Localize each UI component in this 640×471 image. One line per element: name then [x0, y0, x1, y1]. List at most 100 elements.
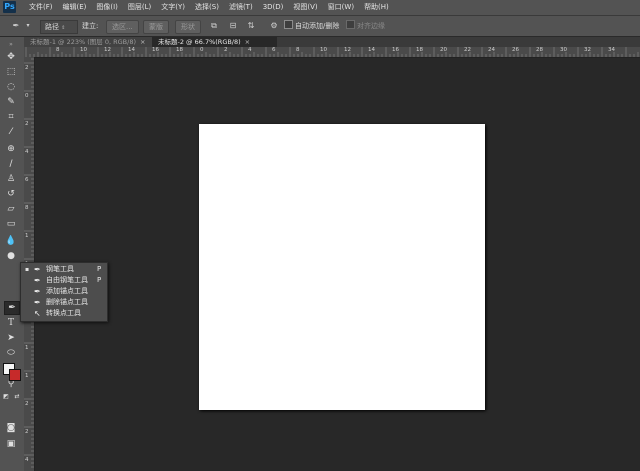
path-arrangement-icon[interactable]: ⇅ [245, 20, 257, 32]
ruler-label: 2 [25, 401, 29, 407]
quick-mask-icon[interactable]: ◙ [4, 422, 18, 434]
history-brush-tool-icon[interactable]: ↺ [4, 188, 18, 200]
flyout-item-add-anchor[interactable]: ✒ 添加锚点工具 [21, 286, 107, 297]
shape-button[interactable]: 形状 [175, 20, 201, 34]
toolbox-collapse-icon[interactable]: » [4, 39, 18, 51]
flyout-item-label: 删除锚点工具 [46, 298, 88, 306]
selection-button[interactable]: 选区... [106, 20, 139, 34]
gradient-tool-icon[interactable]: ▭ [4, 218, 18, 230]
menu-help[interactable]: 帮助(H) [359, 0, 394, 15]
shortcut-key: P [97, 265, 102, 273]
path-operations-icon[interactable]: ⧉ [208, 20, 220, 32]
menu-filter[interactable]: 滤镜(T) [224, 0, 258, 15]
delete-anchor-icon: ✒ [34, 298, 41, 307]
lasso-tool-icon[interactable]: ◌ [4, 81, 18, 93]
convert-point-icon: ↖ [34, 309, 41, 318]
ruler-label: 1 [25, 373, 29, 379]
ruler-label: 18 [416, 47, 423, 53]
auto-add-delete-label: 自动添加/删除 [295, 22, 340, 30]
flyout-item-label: 自由钢笔工具 [46, 276, 88, 284]
chevron-down-icon[interactable]: ▾ [22, 20, 34, 32]
ruler-label: 1 [25, 233, 29, 239]
menu-type[interactable]: 文字(Y) [156, 0, 190, 15]
eraser-tool-icon[interactable]: ▱ [4, 203, 18, 215]
add-anchor-icon: ✒ [34, 287, 41, 296]
swap-colors-icon[interactable]: ⇄ [13, 391, 21, 403]
ruler-label: 4 [25, 457, 29, 463]
screen-mode-icon[interactable]: ▣ [4, 438, 18, 450]
ruler-label: 10 [80, 47, 87, 53]
document-canvas[interactable] [199, 124, 485, 410]
path-selection-tool-icon[interactable]: ➤ [4, 332, 18, 344]
type-tool-icon[interactable]: T [4, 317, 18, 329]
menu-edit[interactable]: 编辑(E) [58, 0, 92, 15]
checkbox-icon [284, 20, 293, 29]
blur-tool-icon[interactable]: 💧 [4, 235, 18, 247]
default-colors-icon[interactable]: ◩ [2, 391, 10, 403]
eyedropper-tool-icon[interactable]: ⁄ [4, 126, 18, 138]
path-alignment-icon[interactable]: ⊟ [227, 20, 239, 32]
ruler-label: 2 [25, 65, 29, 71]
dodge-tool-icon[interactable]: ● [4, 250, 18, 262]
move-tool-icon[interactable]: ✥ [4, 51, 18, 63]
close-icon[interactable]: × [140, 38, 145, 46]
tab-label: 未标题-1 @ 223% (图层 0, RGB/8) [30, 38, 137, 46]
updown-icon: ⇕ [61, 25, 66, 31]
menu-select[interactable]: 选择(S) [190, 0, 224, 15]
crop-tool-icon[interactable]: ⌗ [4, 111, 18, 123]
ellipse-tool-icon[interactable]: ⬭ [4, 347, 18, 359]
checkbox-icon [346, 20, 355, 29]
ruler-label: 6 [25, 177, 29, 183]
document-tab-bar: 未标题-1 @ 223% (图层 0, RGB/8) × 未标题-2 @ 66.7… [24, 37, 640, 47]
photoshop-logo: Ps [3, 1, 16, 13]
menu-file[interactable]: 文件(F) [24, 0, 58, 15]
document-tab-active[interactable]: 未标题-2 @ 66.7%(RGB/8) × [152, 37, 277, 47]
ruler-label: 2 [25, 121, 29, 127]
horizontal-ruler[interactable]: 8 10 12 14 16 18 0 2 4 6 8 10 12 14 16 1… [24, 47, 640, 58]
ruler-label: 4 [25, 149, 29, 155]
tab-label: 未标题-2 @ 66.7%(RGB/8) [158, 38, 241, 46]
clone-stamp-tool-icon[interactable]: ♙ [4, 173, 18, 185]
pen-icon: ✒ [34, 265, 41, 274]
marquee-tool-icon[interactable]: ⬚ [4, 66, 18, 78]
ruler-label: 12 [104, 47, 111, 53]
brush-tool-icon[interactable]: ∕ [4, 158, 18, 170]
mode-select[interactable]: 路径 ⇕ [40, 20, 78, 34]
auto-add-delete-checkbox[interactable]: 自动添加/删除 [284, 20, 339, 32]
mask-button[interactable]: 蒙版 [143, 20, 169, 34]
pen-tool-icon[interactable]: ✒ [4, 301, 20, 315]
ruler-label: 2 [224, 47, 228, 53]
flyout-item-freeform-pen[interactable]: ✒ 自由钢笔工具 P [21, 275, 107, 286]
freeform-pen-icon: ✒ [34, 276, 41, 285]
flyout-item-label: 钢笔工具 [46, 265, 74, 273]
healing-brush-tool-icon[interactable]: ⊕ [4, 143, 18, 155]
flyout-item-delete-anchor[interactable]: ✒ 删除锚点工具 [21, 297, 107, 308]
ruler-label: 10 [320, 47, 327, 53]
menu-layer[interactable]: 图层(L) [123, 0, 156, 15]
ruler-label: 0 [25, 93, 29, 99]
quick-selection-tool-icon[interactable]: ✎ [4, 96, 18, 108]
toolbox: » ✥ ⬚ ◌ ✎ ⌗ ⁄ ⊕ ∕ ♙ ↺ ▱ ▭ 💧 ● ✒ T ➤ ⬭ ✋ … [0, 37, 25, 471]
ruler-label: 14 [128, 47, 135, 53]
ruler-label: 6 [272, 47, 276, 53]
background-color-swatch[interactable] [9, 369, 21, 381]
align-edges-label: 对齐边缘 [357, 22, 385, 30]
make-label: 建立: [82, 22, 99, 30]
menu-image[interactable]: 图像(I) [91, 0, 123, 15]
ruler-ticks [25, 47, 639, 57]
align-edges-checkbox[interactable]: 对齐边缘 [346, 20, 385, 32]
menu-window[interactable]: 窗口(W) [323, 0, 359, 15]
close-icon[interactable]: × [245, 38, 250, 46]
flyout-item-convert-point[interactable]: ↖ 转换点工具 [21, 308, 107, 319]
ruler-label: 4 [248, 47, 252, 53]
menu-3d[interactable]: 3D(D) [258, 0, 289, 15]
gear-icon[interactable]: ⚙ [268, 20, 280, 32]
ruler-label: 28 [536, 47, 543, 53]
ruler-label: 34 [608, 47, 615, 53]
flyout-item-pen[interactable]: ▪ ✒ 钢笔工具 P [21, 264, 107, 275]
menu-view[interactable]: 视图(V) [288, 0, 322, 15]
menu-bar: Ps 文件(F) 编辑(E) 图像(I) 图层(L) 文字(Y) 选择(S) 滤… [0, 0, 640, 16]
document-tab[interactable]: 未标题-1 @ 223% (图层 0, RGB/8) × [24, 37, 152, 47]
pen-tool-preset-icon[interactable]: ✒ [10, 20, 22, 32]
ruler-label: 20 [440, 47, 447, 53]
